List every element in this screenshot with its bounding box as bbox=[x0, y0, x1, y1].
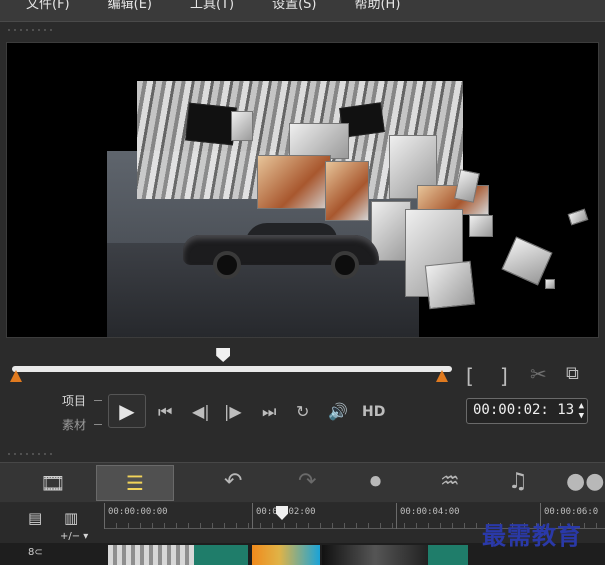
track-visibility-icon[interactable]: 8⊂ bbox=[28, 547, 43, 558]
chapter-point-icon[interactable]: ▥ bbox=[64, 509, 78, 527]
timeline-view-icon: ☰ bbox=[126, 471, 144, 495]
music-icon[interactable]: ♫ bbox=[508, 471, 528, 493]
go-to-end-icon[interactable]: ⏭ bbox=[262, 404, 276, 420]
timecode-stepper[interactable]: ▲ ▼ bbox=[579, 401, 584, 421]
storyboard-view-button[interactable]: 🎞 bbox=[14, 465, 92, 501]
transition-tile bbox=[231, 111, 253, 141]
video-clip[interactable] bbox=[252, 545, 320, 565]
play-button[interactable]: ▶ bbox=[108, 394, 146, 428]
previous-frame-icon[interactable]: ◀| bbox=[192, 404, 210, 420]
repeat-icon[interactable]: ↻ bbox=[296, 404, 309, 420]
scrub-bar[interactable] bbox=[12, 366, 452, 372]
video-clip[interactable] bbox=[108, 545, 194, 565]
next-frame-icon[interactable]: |▶ bbox=[224, 404, 242, 420]
transition-tile bbox=[325, 161, 369, 221]
mark-out-icon[interactable]: ] bbox=[500, 364, 508, 388]
timecode-field[interactable]: 00:00:02: 13 ▲ ▼ bbox=[466, 398, 588, 424]
transition-clip[interactable] bbox=[194, 545, 248, 565]
mode-tick bbox=[94, 400, 102, 401]
mode-clip-label[interactable]: 素材 bbox=[62, 416, 86, 433]
trim-end-marker[interactable] bbox=[436, 370, 448, 382]
playback-controls: [ ] ✂ ⧉ 项目 素材 ▶ ⏮ ◀| |▶ ⏭ ↻ 🔊 HD 00:00:0… bbox=[6, 344, 599, 440]
watermark-text: 最需教育 bbox=[482, 521, 582, 550]
timecode-value: 00:00:02: 13 bbox=[473, 402, 575, 418]
trim-start-marker[interactable] bbox=[10, 370, 22, 382]
menu-settings[interactable]: 设置(S) bbox=[272, 0, 316, 12]
hd-toggle[interactable]: HD bbox=[362, 404, 385, 420]
record-capture-icon[interactable]: ⏺ bbox=[370, 471, 381, 493]
menu-edit[interactable]: 编辑(E) bbox=[108, 0, 152, 12]
timeline-toolbar: 🎞 ☰ ↶ ↷ ⏺ ♒ ♫ ●● bbox=[0, 462, 605, 502]
motion-track-icon[interactable]: ●● bbox=[566, 471, 604, 493]
track-toggle[interactable]: +/− ▾ bbox=[60, 531, 88, 542]
transition-tile bbox=[289, 123, 349, 159]
menu-tools[interactable]: 工具(T) bbox=[190, 0, 234, 12]
redo-icon[interactable]: ↷ bbox=[298, 471, 316, 493]
volume-icon[interactable]: 🔊 bbox=[328, 404, 348, 420]
transition-tile bbox=[185, 102, 237, 146]
sound-wave-icon[interactable]: ♒ bbox=[440, 471, 460, 493]
go-to-start-icon[interactable]: ⏮ bbox=[158, 404, 172, 420]
copy-icon[interactable]: ⧉ bbox=[566, 365, 579, 383]
preview-window bbox=[6, 42, 599, 338]
ruler-label: 00:00:00:00 bbox=[108, 507, 168, 517]
transition-tile bbox=[567, 208, 589, 226]
menu-help[interactable]: 帮助(H) bbox=[354, 0, 400, 12]
ruler-label: 00:00:04:00 bbox=[400, 507, 460, 517]
mode-project-label[interactable]: 项目 bbox=[62, 392, 86, 409]
mode-tick bbox=[94, 424, 102, 425]
track-manager-icon[interactable]: ▤ bbox=[28, 509, 42, 527]
mark-in-icon[interactable]: [ bbox=[466, 364, 474, 388]
transition-tile bbox=[469, 215, 493, 237]
transition-tile bbox=[545, 279, 555, 289]
preview-car bbox=[183, 223, 379, 279]
panel-grip[interactable] bbox=[6, 452, 56, 456]
panel-grip[interactable] bbox=[6, 28, 56, 32]
scissors-icon[interactable]: ✂ bbox=[530, 364, 547, 384]
menu-file[interactable]: 文件(F) bbox=[26, 0, 70, 12]
transition-clip[interactable] bbox=[428, 545, 468, 565]
transition-tile bbox=[424, 260, 476, 310]
undo-icon[interactable]: ↶ bbox=[224, 471, 242, 493]
video-clip[interactable] bbox=[322, 545, 428, 565]
menu-bar: 文件(F) 编辑(E) 工具(T) 设置(S) 帮助(H) bbox=[0, 0, 605, 22]
scrub-playhead[interactable] bbox=[216, 348, 231, 362]
transition-tile bbox=[257, 155, 331, 209]
timeline-view-button[interactable]: ☰ bbox=[96, 465, 174, 501]
filmstrip-icon: 🎞 bbox=[40, 471, 66, 495]
play-icon: ▶ bbox=[119, 399, 135, 423]
